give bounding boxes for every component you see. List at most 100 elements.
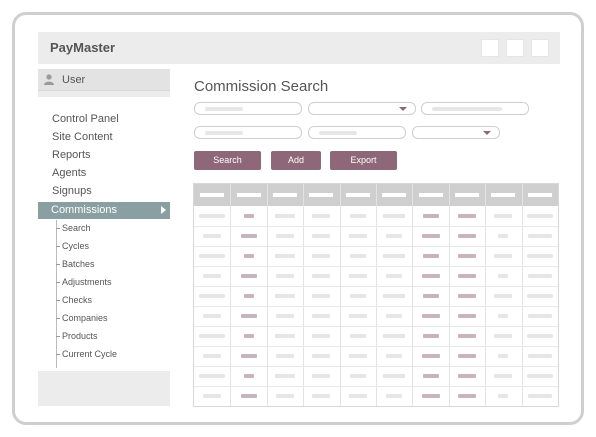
table-cell[interactable] — [348, 394, 367, 398]
column-header[interactable] — [309, 193, 334, 197]
table-cell[interactable] — [527, 314, 552, 318]
table-cell[interactable] — [349, 374, 366, 378]
table-cell[interactable] — [240, 274, 257, 278]
window-control-2[interactable] — [506, 39, 524, 57]
table-cell[interactable] — [312, 394, 331, 398]
table-cell[interactable] — [383, 214, 406, 218]
table-cell[interactable] — [349, 254, 366, 258]
table-cell[interactable] — [383, 294, 406, 298]
table-cell[interactable] — [458, 254, 476, 258]
table-cell[interactable] — [526, 254, 553, 258]
table-cell[interactable] — [240, 314, 257, 318]
table-cell[interactable] — [348, 354, 367, 358]
table-cell[interactable] — [421, 274, 440, 278]
table-cell[interactable] — [349, 334, 366, 338]
filter-field-3[interactable] — [194, 126, 302, 139]
table-cell[interactable] — [312, 374, 331, 378]
table-cell[interactable] — [527, 394, 552, 398]
submenu-item-adjustments[interactable]: Adjustments — [62, 277, 112, 287]
column-header[interactable] — [455, 193, 479, 197]
table-cell[interactable] — [348, 314, 367, 318]
table-cell[interactable] — [199, 254, 226, 258]
window-control-3[interactable] — [531, 39, 549, 57]
table-cell[interactable] — [275, 374, 295, 378]
table-cell[interactable] — [386, 234, 403, 238]
table-cell[interactable] — [498, 354, 509, 358]
table-cell[interactable] — [422, 374, 439, 378]
table-cell[interactable] — [312, 254, 331, 258]
table-cell[interactable] — [312, 214, 331, 218]
table-cell[interactable] — [275, 334, 295, 338]
sidebar-item-agents[interactable]: Agents — [52, 167, 86, 179]
column-header[interactable] — [527, 193, 552, 197]
table-cell[interactable] — [348, 234, 367, 238]
filter-select-1[interactable] — [308, 102, 416, 115]
table-cell[interactable] — [421, 314, 440, 318]
table-cell[interactable] — [386, 314, 403, 318]
add-button[interactable]: Add — [271, 151, 321, 170]
column-header[interactable] — [382, 193, 407, 197]
table-cell[interactable] — [386, 274, 403, 278]
filter-field-4[interactable] — [308, 126, 406, 139]
table-cell[interactable] — [199, 374, 226, 378]
table-cell[interactable] — [458, 274, 476, 278]
table-cell[interactable] — [276, 394, 294, 398]
submenu-item-products[interactable]: Products — [62, 331, 98, 341]
submenu-item-batches[interactable]: Batches — [62, 259, 95, 269]
table-cell[interactable] — [458, 234, 476, 238]
table-cell[interactable] — [199, 294, 226, 298]
table-cell[interactable] — [240, 394, 257, 398]
table-cell[interactable] — [199, 334, 226, 338]
table-cell[interactable] — [386, 394, 403, 398]
export-button[interactable]: Export — [330, 151, 397, 170]
table-cell[interactable] — [312, 274, 331, 278]
table-cell[interactable] — [276, 314, 294, 318]
column-header[interactable] — [345, 193, 370, 197]
sidebar-item-site-content[interactable]: Site Content — [52, 131, 113, 143]
table-cell[interactable] — [349, 294, 366, 298]
table-cell[interactable] — [458, 334, 476, 338]
table-cell[interactable] — [243, 294, 254, 298]
table-cell[interactable] — [527, 354, 552, 358]
table-cell[interactable] — [421, 354, 440, 358]
submenu-item-checks[interactable]: Checks — [62, 295, 92, 305]
table-cell[interactable] — [312, 334, 331, 338]
table-cell[interactable] — [240, 234, 257, 238]
table-cell[interactable] — [312, 234, 331, 238]
table-cell[interactable] — [243, 214, 254, 218]
table-cell[interactable] — [458, 294, 476, 298]
table-cell[interactable] — [526, 214, 553, 218]
table-cell[interactable] — [498, 234, 509, 238]
table-cell[interactable] — [498, 394, 509, 398]
table-cell[interactable] — [203, 394, 222, 398]
table-cell[interactable] — [421, 394, 440, 398]
table-cell[interactable] — [422, 254, 439, 258]
table-cell[interactable] — [422, 214, 439, 218]
table-cell[interactable] — [422, 294, 439, 298]
submenu-item-companies[interactable]: Companies — [62, 313, 108, 323]
table-cell[interactable] — [275, 294, 295, 298]
table-cell[interactable] — [276, 234, 294, 238]
table-cell[interactable] — [383, 374, 406, 378]
table-cell[interactable] — [458, 354, 476, 358]
sidebar-item-control-panel[interactable]: Control Panel — [52, 113, 119, 125]
sidebar-item-reports[interactable]: Reports — [52, 149, 91, 161]
table-cell[interactable] — [386, 354, 403, 358]
filter-field-2[interactable] — [421, 102, 529, 115]
table-cell[interactable] — [498, 314, 509, 318]
table-cell[interactable] — [494, 214, 513, 218]
table-cell[interactable] — [275, 254, 295, 258]
search-button[interactable]: Search — [194, 151, 261, 170]
table-cell[interactable] — [275, 214, 295, 218]
column-header[interactable] — [418, 193, 443, 197]
table-cell[interactable] — [494, 294, 513, 298]
table-cell[interactable] — [458, 314, 476, 318]
table-cell[interactable] — [458, 214, 476, 218]
table-cell[interactable] — [526, 334, 553, 338]
table-cell[interactable] — [348, 274, 367, 278]
filter-field-1[interactable] — [194, 102, 302, 115]
table-cell[interactable] — [422, 334, 439, 338]
table-cell[interactable] — [498, 274, 509, 278]
table-cell[interactable] — [494, 254, 513, 258]
table-cell[interactable] — [276, 354, 294, 358]
